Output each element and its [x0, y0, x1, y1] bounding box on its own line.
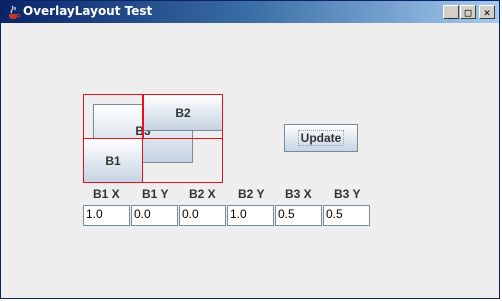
minimize-button[interactable]: _: [443, 5, 459, 19]
update-label: Update: [297, 130, 345, 146]
update-button[interactable]: Update: [284, 124, 358, 152]
col-label-b3y: B3 Y: [334, 187, 361, 201]
maximize-button[interactable]: □: [460, 5, 476, 19]
overlay-panel: B3 B2 B1: [83, 94, 223, 183]
b1-row-bounds-outline: [83, 138, 223, 183]
b1y-field[interactable]: 0.0: [131, 205, 178, 226]
b2x-field[interactable]: 0.0: [179, 205, 226, 226]
java-coffee-icon: [9, 5, 21, 19]
col-label-b1y: B1 Y: [142, 187, 169, 201]
app-window: OverlayLayout Test _ □ ✕ B3 B2 B1 Update…: [0, 0, 500, 299]
b1x-field[interactable]: 1.0: [83, 205, 130, 226]
b3y-field[interactable]: 0.5: [323, 205, 370, 226]
col-label-b2x: B2 X: [189, 187, 216, 201]
b3x-field[interactable]: 0.5: [275, 205, 322, 226]
b2y-field[interactable]: 1.0: [227, 205, 274, 226]
col-label-b1x: B1 X: [93, 187, 120, 201]
b2-bounds-outline: [143, 94, 223, 139]
col-label-b2y: B2 Y: [238, 187, 265, 201]
window-title: OverlayLayout Test: [23, 4, 153, 18]
title-bar[interactable]: OverlayLayout Test _ □ ✕: [1, 1, 499, 23]
content-pane: B3 B2 B1 Update B1 X B1 Y B2 X B2 Y B3 X…: [1, 23, 499, 298]
col-label-b3x: B3 X: [285, 187, 312, 201]
close-button[interactable]: ✕: [479, 5, 495, 19]
